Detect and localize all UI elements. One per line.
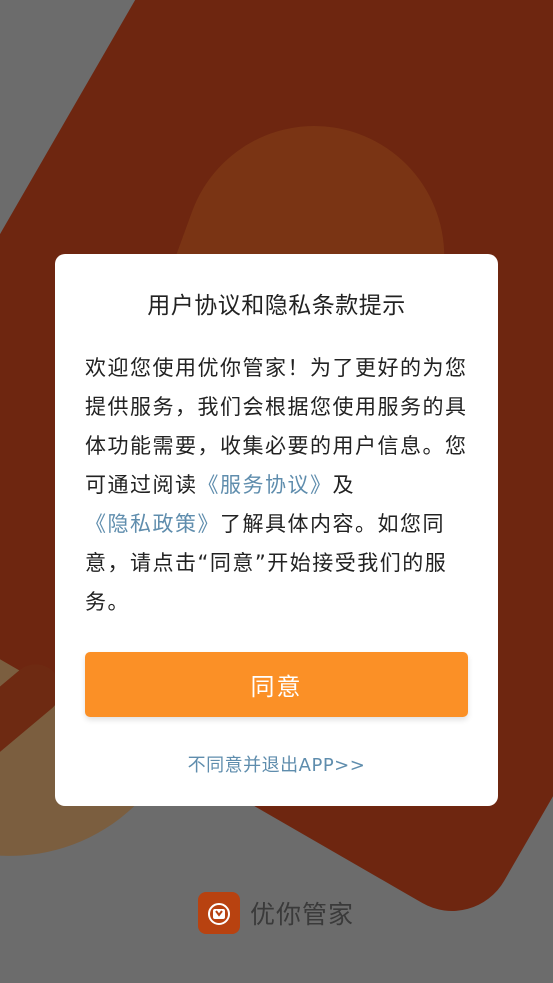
agree-button[interactable]: 同意: [85, 652, 468, 717]
dialog-title: 用户协议和隐私条款提示: [147, 293, 406, 319]
privacy-dialog: 用户协议和隐私条款提示 欢迎您使用优你管家！为了更好的为您提供服务，我们会根据您…: [55, 254, 498, 806]
privacy-policy-link[interactable]: 《隐私政策》: [85, 512, 220, 536]
app-logo-icon: [198, 892, 240, 934]
brand-name: 优你管家: [250, 900, 355, 929]
brand-footer: 优你管家: [198, 892, 354, 934]
body-text: 及: [332, 473, 355, 497]
dialog-body: 欢迎您使用优你管家！为了更好的为您提供服务，我们会根据您使用服务的具体功能需要，…: [85, 349, 470, 622]
disagree-exit-link[interactable]: 不同意并退出APP>>: [55, 751, 498, 777]
service-agreement-link[interactable]: 《服务协议》: [198, 473, 333, 497]
